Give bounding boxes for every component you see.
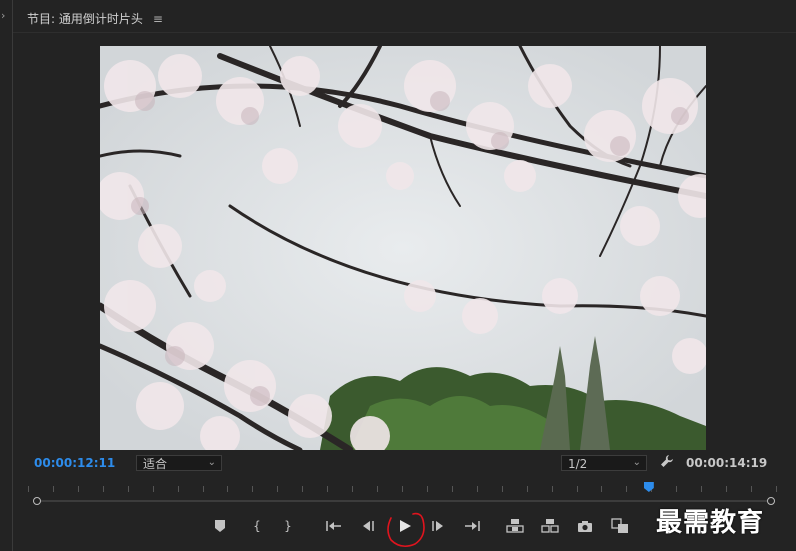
program-monitor-panel: 节目: 通用倒计时片头 ≡ 00:00:12:11 适合 ⌄ 1/2 ⌄ 00:… [13,0,796,551]
ruler-tick [552,486,553,492]
ruler-tick [601,486,602,492]
ruler-tick [502,486,503,492]
ruler-tick [477,486,478,492]
panel-header: 节目: 通用倒计时片头 ≡ [27,10,163,27]
watermark-text: 最需教育 [656,508,765,538]
zoom-level-select[interactable]: 适合 ⌄ [136,455,222,471]
go-to-out-button[interactable] [461,514,483,538]
lift-button[interactable] [504,514,526,538]
marker-icon [215,520,225,532]
chevron-down-icon: ⌄ [632,457,641,468]
go-to-in-icon [326,521,341,531]
go-to-in-button[interactable] [323,514,345,538]
duration-timecode: 00:00:14:19 [686,456,768,470]
ruler-tick [78,486,79,492]
resolution-value: 1/2 [568,457,588,471]
ruler-tick [128,486,129,492]
ruler-tick [277,486,278,492]
extract-icon [541,519,559,533]
scrollbar-end-handle[interactable] [767,497,775,505]
chevron-down-icon: ⌄ [207,457,216,468]
playback-resolution-select[interactable]: 1/2 ⌄ [561,455,647,471]
step-back-button[interactable] [357,514,379,538]
ruler-tick [302,486,303,492]
ruler-tick [626,486,627,492]
lift-icon [506,519,524,533]
export-frame-button[interactable] [574,514,596,538]
ruler-tick [427,486,428,492]
red-annotation-circle-icon [387,512,425,548]
step-back-icon [363,521,374,531]
camera-icon [578,520,592,532]
ruler-tick [252,486,253,492]
ruler-tick [153,486,154,492]
header-divider [13,32,796,33]
left-panel-strip: › [0,0,13,551]
ruler-tick [53,486,54,492]
ruler-tick [676,486,677,492]
extract-button[interactable] [539,514,561,538]
ruler-tick [227,486,228,492]
ruler-tick [726,486,727,492]
ruler-tick [701,486,702,492]
mark-in-button[interactable]: { [246,514,268,538]
time-ruler[interactable] [28,480,777,496]
scrollbar-start-handle[interactable] [33,497,41,505]
ruler-tick [103,486,104,492]
add-marker-button[interactable] [209,514,231,538]
go-to-out-icon [465,521,480,531]
timecode-row: 00:00:12:11 适合 ⌄ 1/2 ⌄ 00:00:14:19 [13,452,796,474]
ruler-tick [751,486,752,492]
mark-in-icon: { [253,519,261,533]
mark-out-button[interactable]: } [277,514,299,538]
ruler-tick [352,486,353,492]
current-timecode[interactable]: 00:00:12:11 [34,456,115,470]
ruler-tick [452,486,453,492]
compare-icon [611,518,628,533]
cherry-blossom-frame [100,46,706,450]
zoom-level-value: 适合 [143,457,168,471]
ruler-tick [377,486,378,492]
ruler-tick [402,486,403,492]
mark-out-icon: } [284,519,292,533]
ruler-tick [28,486,29,492]
hamburger-icon[interactable]: ≡ [153,12,163,26]
expand-arrow-icon[interactable]: › [1,9,5,22]
ruler-tick [776,486,777,492]
program-video-frame[interactable] [100,46,706,450]
ruler-tick [327,486,328,492]
step-forward-icon [432,521,443,531]
ruler-tick [527,486,528,492]
compare-button[interactable] [609,514,631,538]
ruler-tick [178,486,179,492]
wrench-icon[interactable] [660,454,674,472]
ruler-tick [203,486,204,492]
ruler-tick [577,486,578,492]
panel-title[interactable]: 节目: 通用倒计时片头 [27,10,143,27]
